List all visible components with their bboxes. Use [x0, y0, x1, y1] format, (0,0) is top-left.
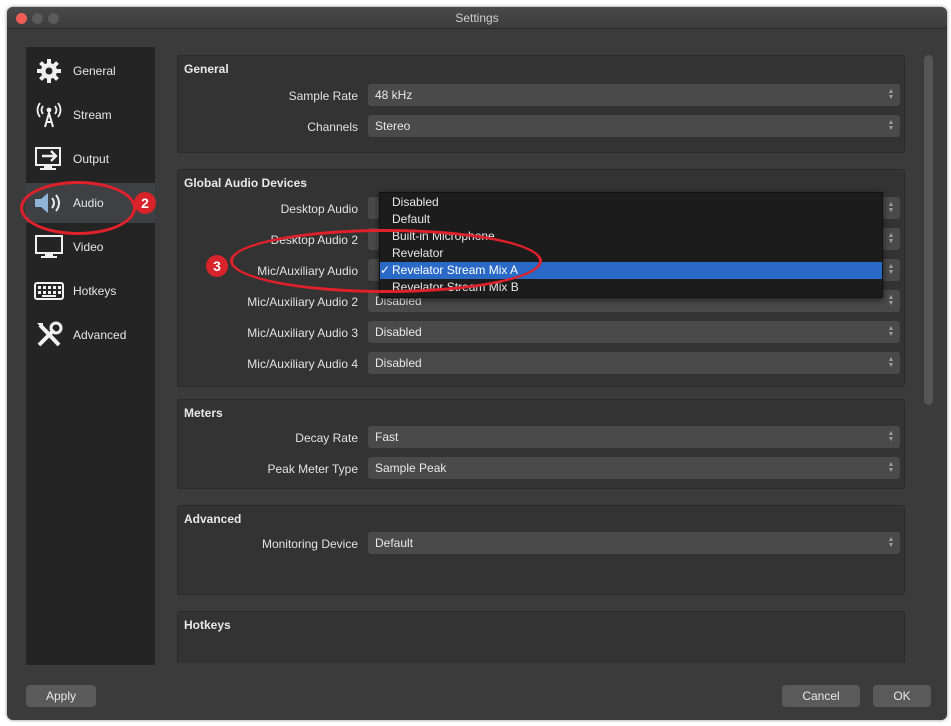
dropdown-option[interactable]: Revelator Stream Mix B [380, 279, 882, 296]
dropdown-option[interactable]: Revelator [380, 245, 882, 262]
mic-aux-audio-2-label: Mic/Auxiliary Audio 2 [247, 295, 358, 309]
output-icon [31, 144, 67, 174]
checkmark-icon: ✓ [380, 263, 391, 277]
hotkeys-group: Hotkeys [177, 611, 905, 663]
sidebar: General Stream Output Audio Video Hotkey… [26, 47, 155, 665]
mic-aux-audio-4-select[interactable]: Disabled ▲ ▼ [368, 352, 900, 374]
desktop-audio-2-label: Desktop Audio 2 [270, 233, 358, 247]
updown-arrows-icon: ▲ ▼ [887, 325, 895, 338]
updown-arrows-icon: ▲ ▼ [887, 356, 895, 369]
select-value: Disabled [375, 356, 422, 370]
sidebar-item-video[interactable]: Video [26, 227, 155, 267]
keyboard-icon [31, 276, 67, 306]
dropdown-option[interactable]: Built-in Microphone [380, 228, 882, 245]
mic-aux-audio-3-select[interactable]: Disabled ▲ ▼ [368, 321, 900, 343]
dropdown-option-label: Revelator Stream Mix A [392, 263, 519, 277]
updown-arrows-icon: ▲ ▼ [887, 263, 895, 276]
sidebar-item-label: General [73, 64, 116, 78]
channels-select[interactable]: Stereo ▲ ▼ [368, 115, 900, 137]
gear-icon [31, 56, 67, 86]
sidebar-item-label: Stream [73, 108, 112, 122]
sidebar-item-label: Output [73, 152, 110, 166]
updown-arrows-icon: ▲ ▼ [887, 88, 895, 101]
dropdown-option[interactable]: Default [380, 211, 882, 228]
decay-rate-label: Decay Rate [295, 431, 358, 445]
dropdown-option[interactable]: Disabled [380, 194, 882, 211]
settings-window: Settings General Stream Output Audio Vid… [7, 7, 947, 720]
mic-aux-audio-label: Mic/Auxiliary Audio [257, 264, 358, 278]
monitoring-device-select[interactable]: Default ▲ ▼ [368, 532, 900, 554]
group-title: Meters [184, 406, 223, 420]
peak-meter-type-row: Peak Meter Type Sample Peak ▲ ▼ [178, 457, 906, 481]
monitoring-device-row: Monitoring Device Default ▲ ▼ [178, 532, 906, 556]
select-value: Fast [375, 430, 399, 444]
peak-meter-type-label: Peak Meter Type [267, 462, 359, 476]
tools-icon [31, 320, 67, 350]
decay-rate-row: Decay Rate Fast ▲ ▼ [178, 426, 906, 450]
sidebar-item-output[interactable]: Output [26, 139, 155, 179]
monitor-icon [31, 232, 67, 262]
window-title: Settings [455, 11, 499, 25]
dropdown-option-selected[interactable]: ✓ Revelator Stream Mix A [380, 262, 882, 279]
sidebar-item-advanced[interactable]: Advanced [26, 315, 155, 355]
monitoring-device-label: Monitoring Device [261, 537, 358, 551]
sidebar-item-label: Advanced [73, 328, 127, 342]
sidebar-item-general[interactable]: General [26, 51, 155, 91]
sidebar-item-hotkeys[interactable]: Hotkeys [26, 271, 155, 311]
settings-content: General Sample Rate 48 kHz ▲ ▼ Channels S… [172, 55, 908, 663]
group-title: General [184, 62, 229, 76]
ok-button[interactable]: OK [873, 685, 931, 707]
updown-arrows-icon: ▲ ▼ [887, 430, 895, 443]
peak-meter-type-select[interactable]: Sample Peak ▲ ▼ [368, 457, 900, 479]
sample-rate-row: Sample Rate 48 kHz ▲ ▼ [178, 84, 906, 108]
annotation-badge-2: 2 [134, 192, 156, 214]
sidebar-item-label: Audio [73, 196, 104, 210]
mic-aux-audio-dropdown: Disabled Default Built-in Microphone Rev… [379, 192, 883, 298]
sample-rate-select[interactable]: 48 kHz ▲ ▼ [368, 84, 900, 106]
title-bar: Settings [7, 7, 947, 29]
group-title: Advanced [184, 512, 242, 526]
select-value: Default [375, 536, 414, 550]
mic-aux-audio-4-label: Mic/Auxiliary Audio 4 [247, 357, 358, 371]
sample-rate-label: Sample Rate [288, 89, 358, 103]
updown-arrows-icon: ▲ ▼ [887, 536, 895, 549]
updown-arrows-icon: ▲ ▼ [887, 201, 895, 214]
advanced-group: Advanced Monitoring Device Default ▲ ▼ [177, 505, 905, 595]
select-value: 48 kHz [375, 88, 413, 102]
cancel-button[interactable]: Cancel [782, 685, 860, 707]
mic-aux-audio-3-row: Mic/Auxiliary Audio 3 Disabled ▲ ▼ [178, 321, 906, 345]
desktop-audio-label: Desktop Audio [280, 202, 358, 216]
meters-group: Meters Decay Rate Fast ▲ ▼ Peak Meter Typ… [177, 399, 905, 489]
updown-arrows-icon: ▲ ▼ [887, 461, 895, 474]
mic-aux-audio-3-label: Mic/Auxiliary Audio 3 [247, 326, 358, 340]
select-value: Disabled [375, 325, 422, 339]
updown-arrows-icon: ▲ ▼ [887, 294, 895, 307]
apply-button[interactable]: Apply [26, 685, 96, 707]
mic-aux-audio-4-row: Mic/Auxiliary Audio 4 Disabled ▲ ▼ [178, 352, 906, 376]
general-group: General Sample Rate 48 kHz ▲ ▼ Channels S… [177, 55, 905, 153]
sidebar-item-label: Hotkeys [73, 284, 117, 298]
group-title: Hotkeys [184, 618, 231, 632]
scrollbar[interactable] [924, 55, 933, 405]
channels-label: Channels [307, 120, 358, 134]
updown-arrows-icon: ▲ ▼ [887, 232, 895, 245]
sidebar-item-stream[interactable]: Stream [26, 95, 155, 135]
group-title: Global Audio Devices [184, 176, 307, 190]
decay-rate-select[interactable]: Fast ▲ ▼ [368, 426, 900, 448]
annotation-badge-3: 3 [206, 255, 228, 277]
speaker-icon [31, 188, 67, 218]
sidebar-item-label: Video [73, 240, 104, 254]
broadcast-icon [31, 100, 67, 130]
channels-row: Channels Stereo ▲ ▼ [178, 115, 906, 139]
select-value: Stereo [375, 119, 411, 133]
select-value: Sample Peak [375, 461, 447, 475]
updown-arrows-icon: ▲ ▼ [887, 119, 895, 132]
